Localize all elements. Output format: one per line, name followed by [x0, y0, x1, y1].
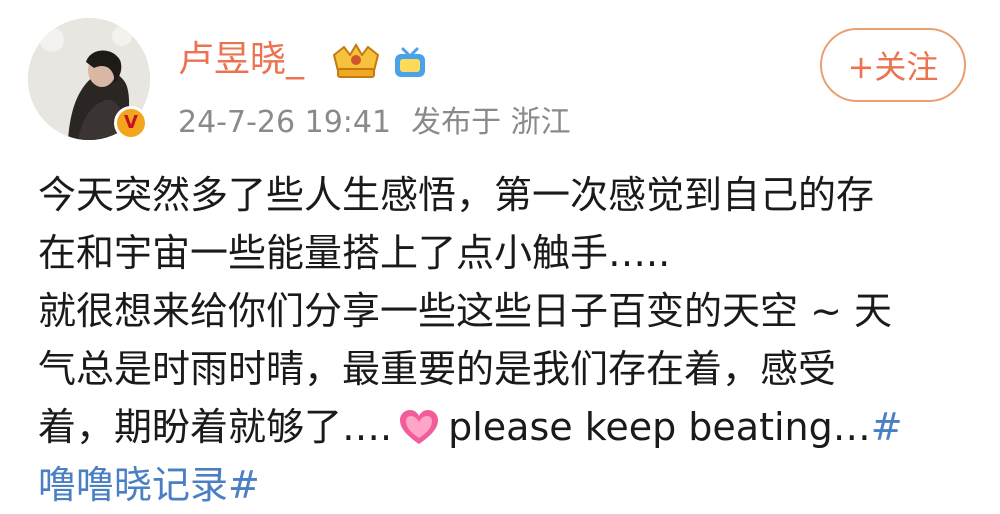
pink-heart-icon [400, 410, 439, 444]
content-line-2: 在和宇宙一些能量搭上了点小触手….. [38, 231, 671, 275]
post-location: 发布于 浙江 [411, 105, 571, 140]
content-line-5: 着，期盼着就够了…. please keep beating…# [38, 398, 968, 456]
content-line-5-text: 着，期盼着就够了…. [38, 405, 393, 449]
hashtag-start[interactable]: # [871, 405, 903, 449]
user-name[interactable]: 卢昱晓_ [178, 38, 304, 82]
verified-v-badge: V [114, 106, 148, 140]
post-header: V 卢昱晓_ 24-7-26 19:41 发布于 浙江 +关注 [0, 0, 1000, 160]
follow-button[interactable]: +关注 [820, 28, 966, 102]
content-line-4: 气总是时雨时晴，最重要的是我们存在着，感受 [38, 347, 837, 391]
post-timestamp: 24-7-26 19:41 [178, 105, 392, 140]
content-line-1: 今天突然多了些人生感悟，第一次感觉到自己的存 [38, 173, 875, 217]
content-line-3: 就很想来给你们分享一些这些日子百变的天空 ~ 天 [38, 289, 893, 333]
video-tv-icon[interactable] [392, 47, 428, 79]
post-content: 今天突然多了些人生感悟，第一次感觉到自己的存 在和宇宙一些能量搭上了点小触手….… [38, 166, 968, 514]
verified-letter: V [124, 112, 138, 133]
post-meta: 24-7-26 19:41 发布于 浙江 [178, 104, 591, 142]
hashtag-link[interactable]: 噜噜晓记录# [38, 463, 260, 507]
content-line-6: 噜噜晓记录# [38, 456, 968, 514]
avatar-container[interactable]: V [28, 18, 150, 140]
vip-crown-icon[interactable] [330, 41, 382, 81]
weibo-post: V 卢昱晓_ 24-7-26 19:41 发布于 浙江 +关注 今天突然多了些人生… [0, 0, 1000, 507]
content-english-text: please keep beating… [448, 405, 871, 449]
